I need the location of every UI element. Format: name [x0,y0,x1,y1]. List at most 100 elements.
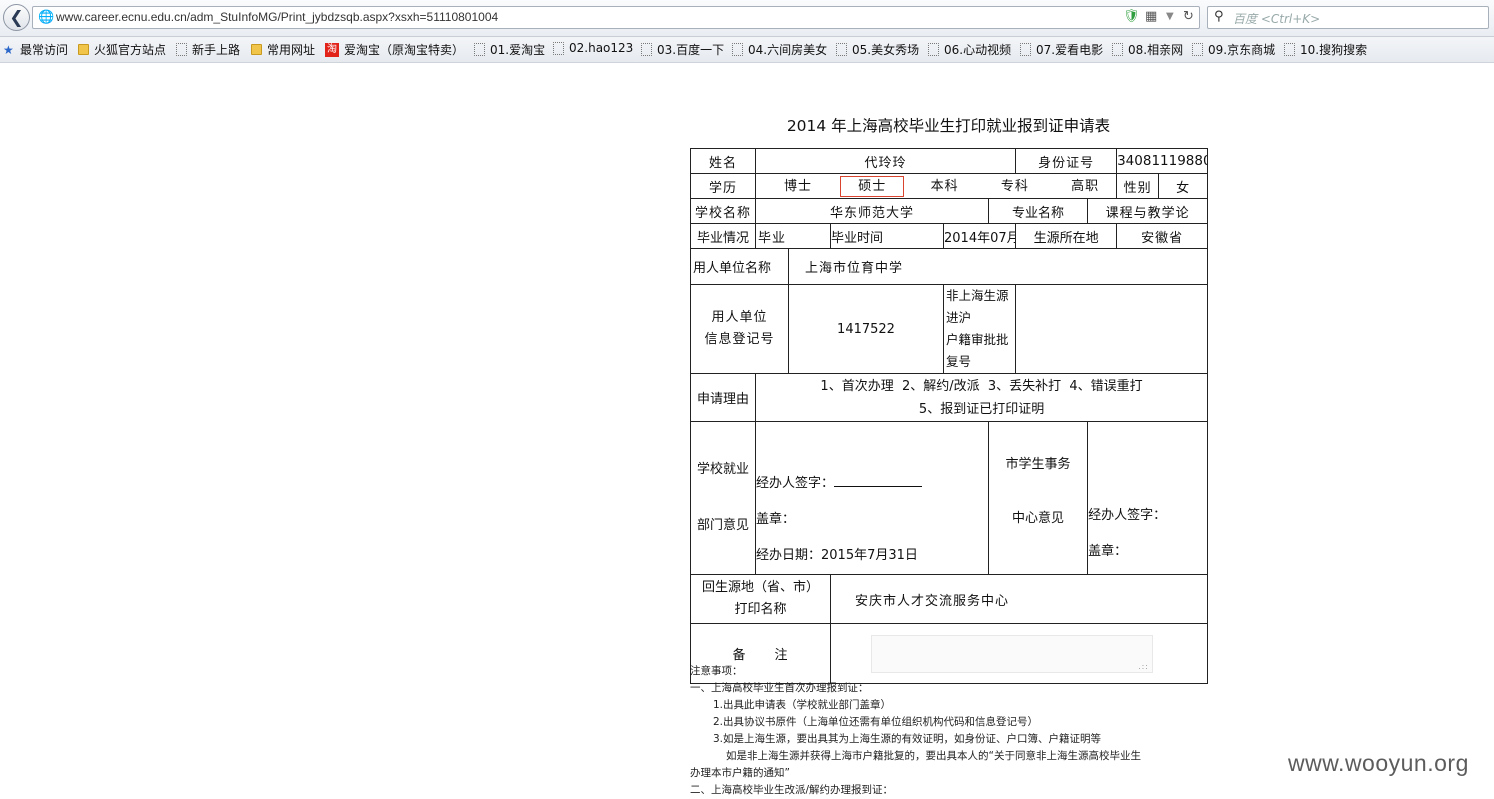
dropdown-icon[interactable]: ▼ [1166,11,1174,22]
school-opinion-label: 学校就业 部门意见 [690,421,756,575]
graduation-label: 毕业情况 [690,223,756,249]
edu-option-phd[interactable]: 博士 [784,179,812,194]
page-icon [836,43,847,56]
employer-label: 用人单位名称 [690,248,789,285]
name-label: 姓名 [690,148,756,174]
back-arrow-icon: ❮ [9,8,24,28]
notes-line: 如是非上海生源并获得上海市户籍批复的，要出具本人的“关于同意非上海生源高校毕业生 [726,750,1141,762]
center-opinion-label-line1: 市学生事务 [1005,457,1071,472]
reload-icon[interactable]: ↻ [1183,9,1194,24]
star-icon: ★ [3,42,14,57]
major-value: 课程与教学论 [1087,198,1209,224]
handle-date: 经办日期：2015年7月31日 [756,548,918,563]
return-label-line2: 打印名称 [734,602,787,617]
handler-signature: 经办人签字： [757,466,988,502]
gender-label: 性别 [1116,173,1160,199]
application-form-table: 姓名 代玲玲 身份证号 340811198808085842 学历 博士 硕士 … [690,148,1209,684]
edu-option-vocational[interactable]: 高职 [1071,179,1099,194]
school-label: 学校名称 [690,198,756,224]
graduation-time-value: 2014年07月 [942,223,1017,249]
notes-line: 2.出具协议书原件（上海单位还需有单位组织机构代码和信息登记号） [713,716,1039,728]
nonsh-approval-label-line1: 非上海生源进沪 [946,288,1009,325]
center-opinion-box: 经办人签字： 盖章： [1087,421,1209,575]
bookmark-05[interactable]: 05.美女秀场 [836,41,919,58]
back-button[interactable]: ❮ [3,4,30,31]
origin-value: 安徽省 [1116,223,1209,249]
bookmark-07[interactable]: 07.爱看电影 [1020,41,1103,58]
edu-option-bachelor[interactable]: 本科 [931,179,959,194]
page-icon [553,41,564,55]
major-label: 专业名称 [987,198,1089,224]
school-opinion-label-line2: 部门意见 [696,518,749,533]
bookmark-02[interactable]: 02.hao123 [553,41,633,55]
search-icon[interactable]: ⚲ [1214,9,1224,24]
search-placeholder[interactable]: 百度 <Ctrl+K> [1233,10,1320,27]
gender-value: 女 [1158,173,1209,199]
bookmark-04[interactable]: 04.六间房美女 [732,41,827,58]
center-opinion-label: 市学生事务 中心意见 [987,421,1089,575]
bookmark-03[interactable]: 03.百度一下 [641,41,724,58]
search-bar[interactable]: ⚲ 百度 <Ctrl+K> [1207,6,1489,29]
address-bar[interactable]: 🌐 www.career.ecnu.edu.cn/adm_StuInfoMG/P… [32,6,1200,29]
bookmarks-toolbar: ★ 最常访问 火狐官方站点 新手上路 常用网址 淘爱淘宝（原淘宝特卖） 01.爱淘… [0,37,1494,63]
center-seal: 盖章： [1088,544,1128,559]
employer-reg-value: 1417522 [788,284,944,374]
shield-icon[interactable]: 🛡 [1123,9,1140,24]
bookmark-common-sites[interactable]: 常用网址 [251,41,315,58]
notes-line: 1.出具此申请表（学校就业部门盖章） [713,699,892,711]
graduation-time-label: 毕业时间 [830,223,944,249]
page-icon [176,43,187,56]
taobao-icon: 淘 [325,42,339,57]
page-icon [928,43,939,56]
origin-label: 生源所在地 [1015,223,1118,249]
page-icon [1020,43,1031,56]
bookmark-aitaobao[interactable]: 淘爱淘宝（原淘宝特卖） [325,41,464,58]
school-value: 华东师范大学 [755,198,989,224]
bookmark-06[interactable]: 06.心动视频 [928,41,1011,58]
page-icon [1192,43,1203,56]
id-label: 身份证号 [1015,148,1118,174]
bookmark-09[interactable]: 09.京东商城 [1192,41,1275,58]
education-options: 博士 硕士 本科 专科 高职 [754,173,1118,199]
edu-option-college[interactable]: 专科 [1001,179,1029,194]
navigation-toolbar: ❮ 🌐 www.career.ecnu.edu.cn/adm_StuInfoMG… [0,0,1494,37]
school-opinion-box: 经办人签字： 盖章： 经办日期：2015年7月31日 [755,421,989,575]
employer-reg-label: 用人单位 信息登记号 [690,284,789,374]
qr-icon[interactable]: ▦ [1145,9,1157,24]
nonsh-approval-label-line2: 户籍审批批复号 [946,332,1009,369]
bookmark-getting-started[interactable]: 新手上路 [176,41,240,58]
reason-options: 1、首次办理 2、解约/改派 3、丢失补打 4、错误重打 5、报到证已打印证明 [754,373,1209,422]
form-title: 2014 年上海高校毕业生打印就业报到证申请表 [786,117,1111,135]
bookmark-most-visited[interactable]: ★ 最常访问 [3,41,68,58]
url-text[interactable]: www.career.ecnu.edu.cn/adm_StuInfoMG/Pri… [56,10,498,24]
employer-reg-label-line1: 用人单位 [711,310,768,325]
return-label: 回生源地（省、市） 打印名称 [690,574,831,624]
page-icon [732,43,743,56]
globe-icon: 🌐 [38,10,55,25]
center-handler-signature: 经办人签字： [1088,508,1167,523]
seal: 盖章： [756,512,796,527]
watermark: www.wooyun.org [1288,750,1469,776]
employer-reg-label-line2: 信息登记号 [704,332,775,347]
nonsh-approval-value [1015,284,1209,374]
bookmark-08[interactable]: 08.相亲网 [1112,41,1183,58]
id-value: 340811198808085842 [1116,148,1209,174]
folder-icon [251,44,262,55]
signature-line [834,474,923,487]
notes-section: 注意事项： 一、上海高校毕业生首次办理报到证： 1.出具此申请表（学校就业部门盖… [690,663,1210,799]
edu-option-master-selected[interactable]: 硕士 [840,176,905,197]
bookmark-firefox-sites[interactable]: 火狐官方站点 [78,41,166,58]
notes-heading: 注意事项： [690,665,743,677]
folder-icon [78,44,89,55]
bookmark-01[interactable]: 01.爱淘宝 [474,41,545,58]
name-value: 代玲玲 [754,148,1017,174]
center-opinion-label-line2: 中心意见 [1012,511,1065,526]
education-label: 学历 [690,173,756,199]
graduation-value: 毕业 [755,223,831,249]
bookmark-10[interactable]: 10.搜狗搜索 [1284,41,1367,58]
return-label-line1: 回生源地（省、市） [701,580,819,595]
school-opinion-label-line1: 学校就业 [696,462,749,477]
reason-label: 申请理由 [690,373,756,422]
notes-line: 3.如是上海生源，要出具其为上海生源的有效证明，如身份证、户口簿、户籍证明等 [713,733,1102,745]
return-value: 安庆市人才交流服务中心 [829,574,1209,624]
